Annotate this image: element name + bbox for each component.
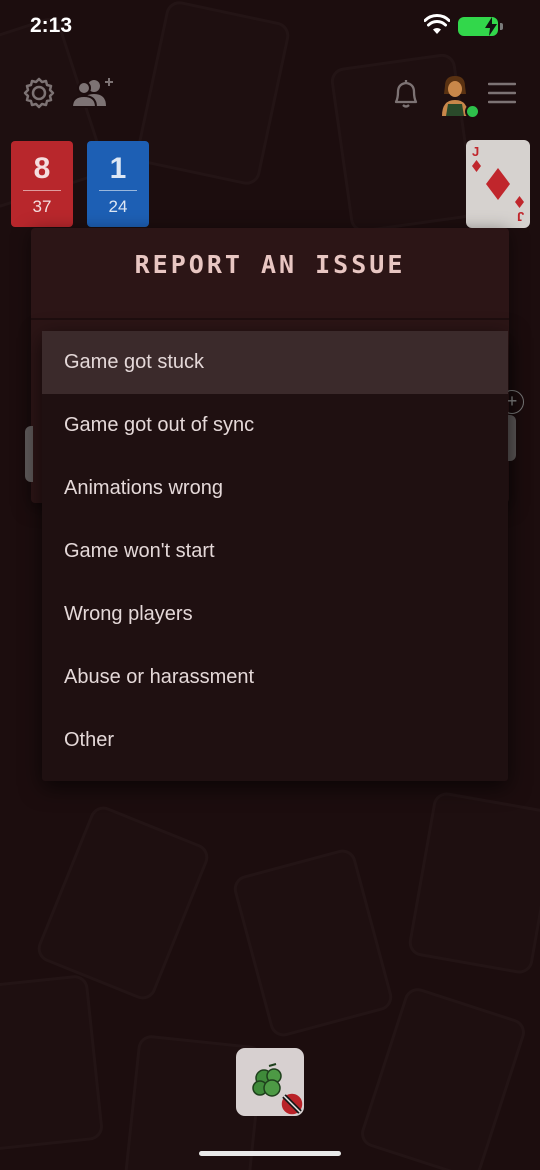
wifi-icon [424, 14, 450, 34]
diamond-pip-icon [472, 160, 481, 172]
menu-item-abuse[interactable]: Abuse or harassment [42, 646, 508, 709]
menu-item-out-of-sync[interactable]: Game got out of sync [42, 394, 508, 457]
hamburger-menu-icon[interactable] [488, 82, 516, 104]
menu-item-game-wont-start[interactable]: Game won't start [42, 520, 508, 583]
charging-icon [485, 17, 497, 36]
status-bar: 2:13 [0, 0, 540, 56]
issue-dropdown-menu: Game got stuck Game got out of sync Anim… [42, 331, 508, 781]
team-score-value: 1 [109, 152, 127, 185]
team-score-total: 24 [108, 197, 128, 216]
team-score-total: 37 [32, 197, 52, 216]
top-playing-card[interactable]: J J [466, 140, 530, 228]
side-panel-left [25, 426, 33, 482]
dialog-title: REPORT AN ISSUE [134, 250, 406, 279]
menu-item-other[interactable]: Other [42, 709, 508, 772]
diamond-suit-icon [486, 168, 510, 200]
diamond-pip-icon [515, 196, 524, 208]
battery-tip [500, 23, 503, 30]
status-time: 2:13 [30, 14, 73, 37]
online-status-dot [465, 104, 480, 119]
home-indicator[interactable] [199, 1151, 341, 1156]
chips-button[interactable] [236, 1048, 304, 1116]
menu-item-animations-wrong[interactable]: Animations wrong [42, 457, 508, 520]
team-score-blue: 1 24 [87, 141, 149, 227]
menu-item-wrong-players[interactable]: Wrong players [42, 583, 508, 646]
dialog-divider [31, 318, 509, 320]
card-rank-bottom: J [516, 209, 524, 224]
score-divider [99, 190, 137, 191]
team-score-red: 8 37 [11, 141, 73, 227]
menu-item-game-got-stuck[interactable]: Game got stuck [42, 331, 508, 394]
chips-icon [252, 1063, 304, 1116]
gear-icon[interactable] [22, 76, 56, 110]
team-score-value: 8 [33, 152, 51, 185]
score-divider [23, 190, 61, 191]
bell-icon[interactable] [392, 78, 420, 110]
side-panel-right [508, 415, 516, 461]
card-rank: J [472, 144, 480, 159]
add-friends-icon[interactable] [72, 76, 116, 108]
